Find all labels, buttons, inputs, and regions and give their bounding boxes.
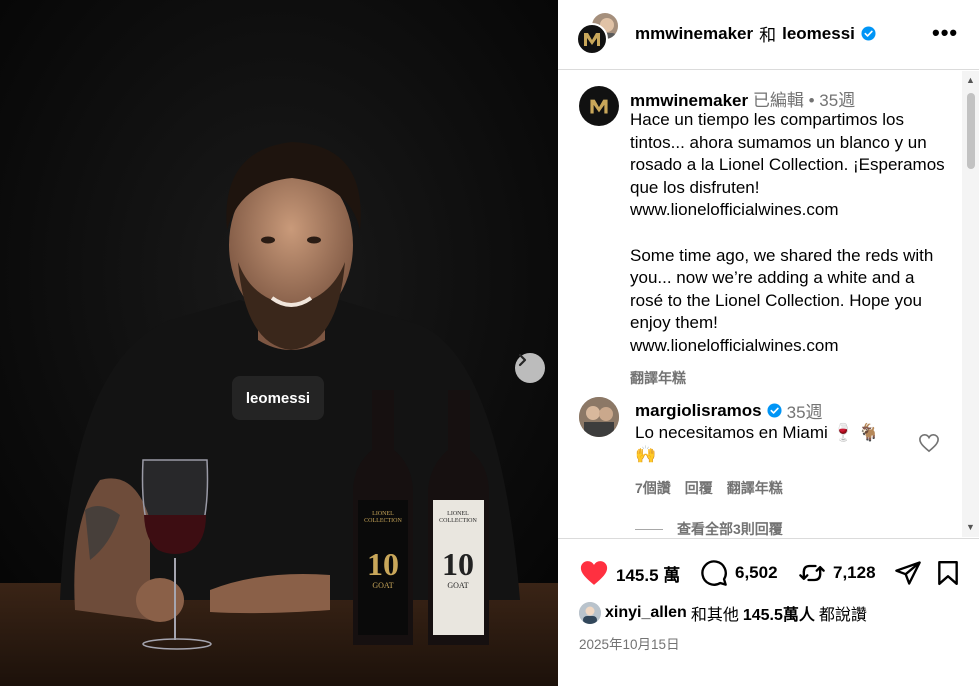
liker-username[interactable]: xinyi_allen xyxy=(605,604,687,622)
scrollbar[interactable]: ▲ ▼ xyxy=(962,71,979,537)
svg-text:10: 10 xyxy=(367,546,399,582)
repost-button[interactable]: 7,128 xyxy=(798,559,876,587)
comment-text: Lo necesitamos en Miami 🍷 🐐 🙌 xyxy=(635,423,880,464)
like-comment-heart-icon[interactable] xyxy=(918,433,940,453)
mmwinemaker-avatar xyxy=(576,23,608,55)
post-action-bar: 145.5 萬 6,502 7,128 xinyi_allen 和其他 145.… xyxy=(558,538,979,686)
separator-dot: • xyxy=(808,91,815,110)
scroll-down-arrow-icon[interactable]: ▼ xyxy=(966,523,975,532)
mm-logo-icon xyxy=(584,33,600,46)
comment-likes-count[interactable]: 7個讚 xyxy=(635,478,671,498)
svg-text:COLLECTION: COLLECTION xyxy=(364,518,402,524)
user-tag-label: leomessi xyxy=(245,389,311,407)
comment-time[interactable]: 35週 xyxy=(787,398,823,423)
comment-bubble-icon xyxy=(701,560,727,586)
user-tag-bubble[interactable]: leomessi xyxy=(232,376,324,420)
svg-text:10: 10 xyxy=(442,546,474,582)
caption-avatar[interactable] xyxy=(579,86,619,126)
next-image-button[interactable] xyxy=(515,353,545,383)
svg-text:LIONEL: LIONEL xyxy=(447,511,469,517)
save-button[interactable] xyxy=(935,559,961,587)
scroll-up-arrow-icon[interactable]: ▲ xyxy=(966,76,975,85)
view-replies-button[interactable]: 查看全部3則回覆 xyxy=(635,519,783,537)
chevron-right-icon xyxy=(518,353,527,367)
comment-header: margiolisramos 35週 xyxy=(635,398,823,423)
post-date[interactable]: 2025年10月15日 xyxy=(579,633,680,653)
verified-badge-icon xyxy=(767,403,782,418)
send-paper-plane-icon xyxy=(895,561,921,585)
svg-text:GOAT: GOAT xyxy=(372,581,393,590)
header-user2-link[interactable]: leomessi xyxy=(782,24,855,44)
caption-header: mmwinemaker 已編輯 • 35週 xyxy=(630,86,855,111)
mm-logo-icon xyxy=(590,99,608,114)
header-conjunction: 和 xyxy=(759,26,777,45)
comment-button[interactable]: 6,502 xyxy=(700,559,778,587)
header-title: mmwinemaker 和 leomessi xyxy=(635,21,876,46)
share-button[interactable] xyxy=(894,559,922,587)
heart-filled-icon xyxy=(580,561,608,585)
translate-caption-link[interactable]: 翻譯年糕 xyxy=(630,368,686,388)
header-user1-link[interactable]: mmwinemaker xyxy=(635,24,753,44)
likes-and-others: 和其他 xyxy=(690,607,739,624)
verified-badge-icon xyxy=(861,26,876,41)
commenter-avatar[interactable] xyxy=(579,397,619,437)
comments-scroll-area[interactable]: mmwinemaker 已編輯 • 35週 Hace un tiempo les… xyxy=(558,71,962,537)
post-header: mmwinemaker 和 leomessi ••• xyxy=(558,0,979,70)
replies-divider-line xyxy=(635,528,663,530)
reply-button[interactable]: 回覆 xyxy=(685,478,713,498)
repost-count: 7,128 xyxy=(833,563,876,582)
svg-text:LIONEL: LIONEL xyxy=(372,511,394,517)
comment-count: 6,502 xyxy=(735,563,778,582)
svg-text:COLLECTION: COLLECTION xyxy=(439,518,477,524)
repost-icon xyxy=(799,564,825,582)
likes-total-count[interactable]: 145.5萬人 xyxy=(743,601,815,625)
translate-comment-link[interactable]: 翻譯年糕 xyxy=(727,478,783,498)
caption-time[interactable]: 35週 xyxy=(819,91,855,110)
post-details-panel: mmwinemaker 和 leomessi ••• mmwinemaker 已… xyxy=(558,0,979,686)
commenter-username[interactable]: margiolisramos xyxy=(635,401,762,421)
like-count: 145.5 萬 xyxy=(616,565,681,585)
edited-label: 已編輯 xyxy=(752,91,804,110)
bookmark-icon xyxy=(938,560,958,586)
comment-item: margiolisramos 35週 Lo necesitamos en Mia… xyxy=(579,397,949,537)
liker-avatar xyxy=(579,602,601,624)
photo-illustration: LIONEL COLLECTION 10 GOAT LIONEL COLLECT… xyxy=(0,0,558,686)
like-button[interactable]: 145.5 萬 xyxy=(579,559,680,587)
svg-text:GOAT: GOAT xyxy=(447,581,468,590)
collab-avatars[interactable] xyxy=(576,11,622,55)
more-options-button[interactable]: ••• xyxy=(932,20,958,46)
caption-username[interactable]: mmwinemaker xyxy=(630,91,748,110)
likes-suffix: 都說讚 xyxy=(818,607,867,624)
scrollbar-thumb[interactable] xyxy=(967,93,975,169)
post-image[interactable]: LIONEL COLLECTION 10 GOAT LIONEL COLLECT… xyxy=(0,0,558,686)
likes-summary[interactable]: xinyi_allen 和其他 145.5萬人 都說讚 xyxy=(579,601,867,625)
comment-actions: 7個讚 回覆 翻譯年糕 xyxy=(635,478,783,498)
view-replies-label: 查看全部3則回覆 xyxy=(677,521,783,537)
caption-text: Hace un tiempo les compartimos los tinto… xyxy=(630,110,945,355)
